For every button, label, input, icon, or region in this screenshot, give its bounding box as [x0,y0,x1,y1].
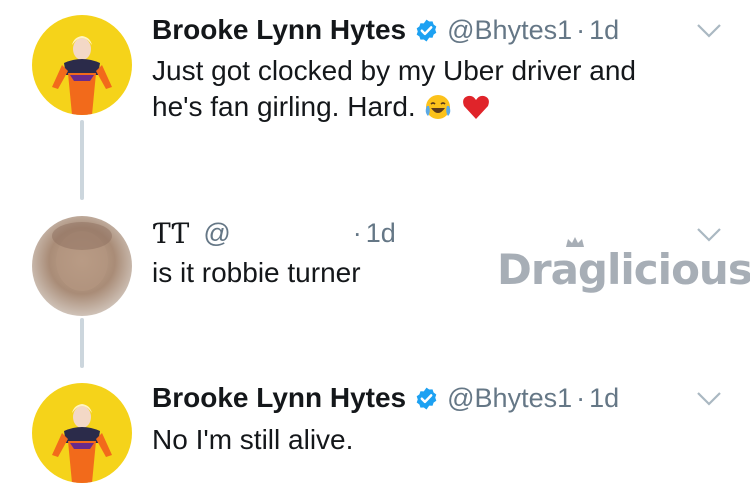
handle[interactable]: @Bhytes1 [447,15,572,46]
face-with-tears-of-joy-icon [426,95,451,119]
separator-dot: · [576,14,586,45]
thread-line-top [80,120,84,200]
handle[interactable]: @Bhytes1 [447,383,572,414]
tweet-text: No I'm still alive. [152,424,354,455]
verified-badge-icon [416,387,437,409]
tweet-header: ƬƬ @ · 1d [152,213,396,253]
tweet-text-line-2: he's fan girling. Hard. [152,89,712,125]
separator-dot: · [576,382,586,413]
timestamp[interactable]: 1d [589,15,619,46]
avatar[interactable] [32,383,132,483]
timestamp[interactable]: 1d [366,218,396,249]
display-name[interactable]: Brooke Lynn Hytes [152,382,406,414]
watermark: Draglicious [497,245,750,294]
avatar-blurred[interactable] [32,216,132,316]
verified-badge-icon [416,19,437,41]
chevron-down-icon[interactable] [696,23,722,39]
separator-dot: · [352,217,362,248]
tweet-3[interactable]: Brooke Lynn Hytes @Bhytes1 · 1d No I'm s… [0,368,750,498]
handle[interactable]: @ [203,218,230,249]
display-name[interactable]: ƬƬ [152,217,189,250]
timestamp[interactable]: 1d [589,383,619,414]
thread-line-bottom [80,318,84,368]
display-name[interactable]: Brooke Lynn Hytes [152,14,406,46]
tweet-header: Brooke Lynn Hytes @Bhytes1 · 1d [152,378,619,418]
red-heart-icon [463,95,490,119]
avatar[interactable] [32,15,132,115]
tweet-text: Just got clocked by my Uber driver and h… [152,53,712,125]
tweet-text-line: Just got clocked by my Uber driver and [152,55,636,86]
tweet-header: Brooke Lynn Hytes @Bhytes1 · 1d [152,10,619,50]
avatar-image [32,383,132,483]
tweet-1[interactable]: Brooke Lynn Hytes @Bhytes1 · 1d Just got… [0,0,750,130]
chevron-down-icon[interactable] [696,391,722,407]
avatar-image [32,216,132,316]
avatar-image [32,15,132,115]
tweet-text-line-content: he's fan girling. Hard. [152,91,416,122]
chevron-down-icon[interactable] [696,227,722,243]
